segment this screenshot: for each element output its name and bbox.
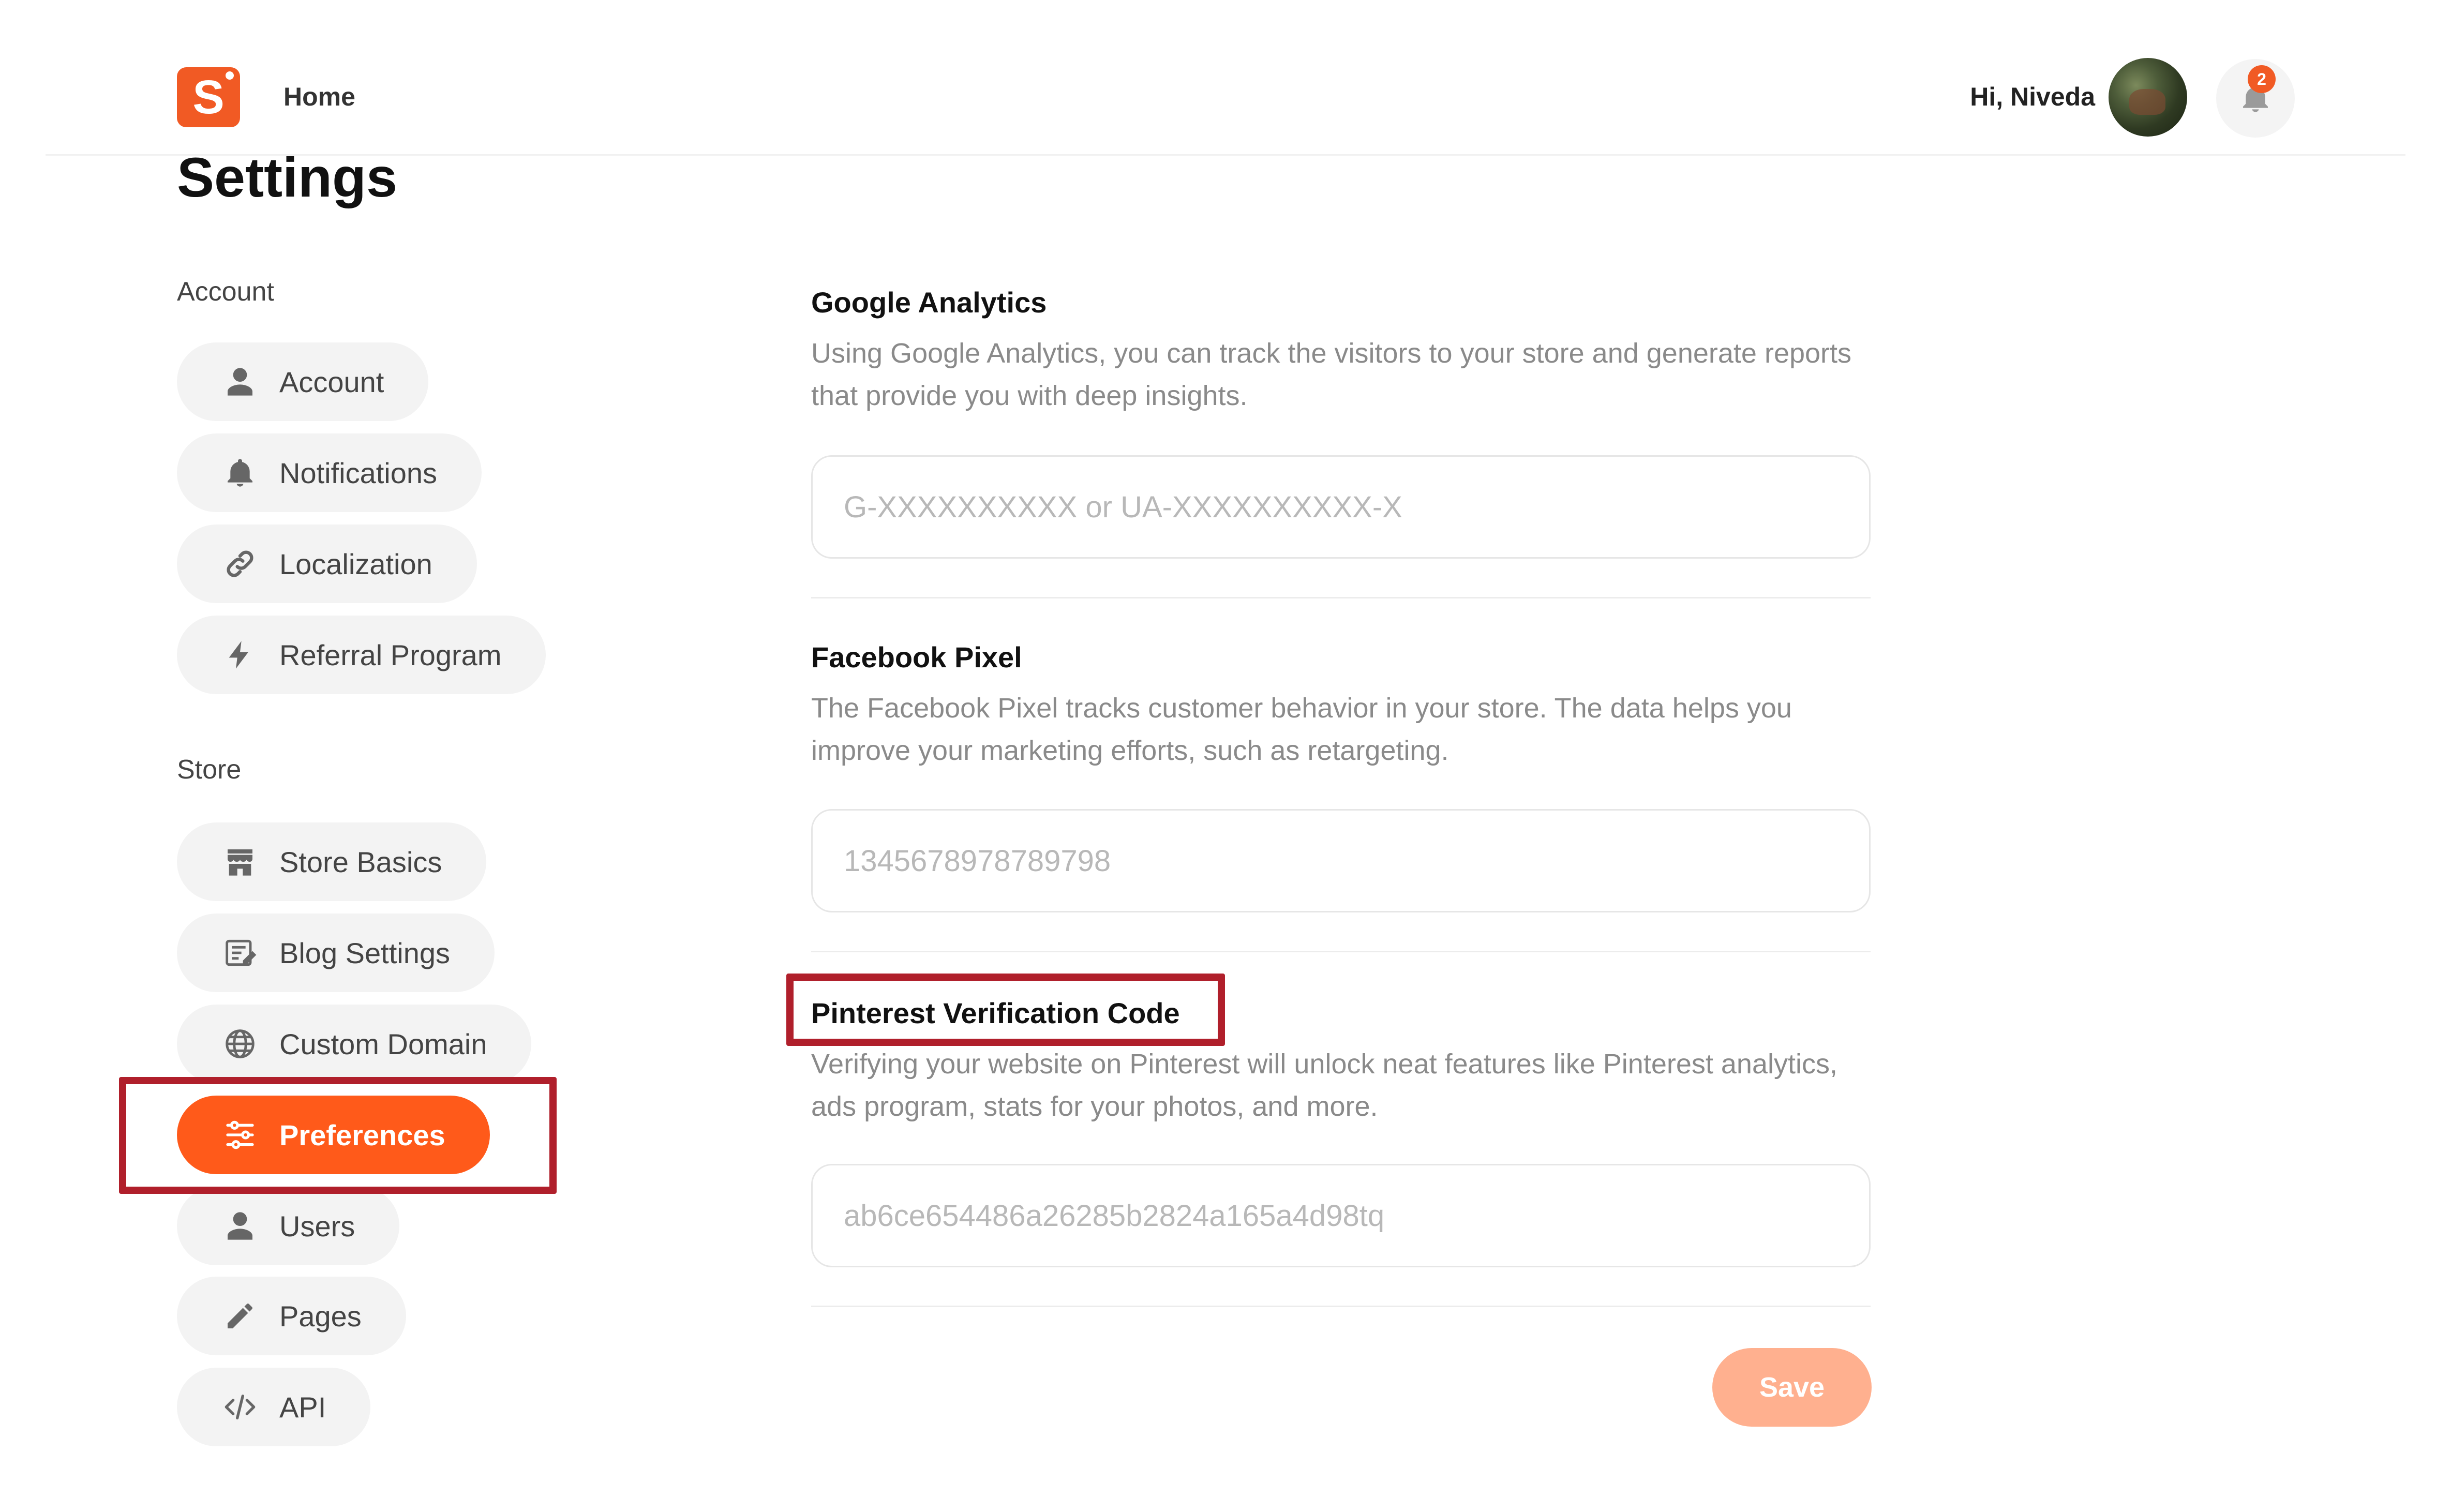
facebook-pixel-title: Facebook Pixel — [811, 641, 1022, 673]
section-label-store: Store — [177, 755, 242, 785]
home-link[interactable]: Home — [283, 82, 355, 112]
sidebar-item-label: Custom Domain — [279, 1027, 487, 1060]
sidebar-item-notifications[interactable]: Notifications — [177, 433, 482, 512]
sidebar-item-pages[interactable]: Pages — [177, 1277, 406, 1355]
highlight-box-pinterest — [786, 974, 1225, 1046]
sidebar-item-label: API — [279, 1390, 326, 1424]
google-analytics-title: Google Analytics — [811, 286, 1047, 319]
sidebar-item-account[interactable]: Account — [177, 342, 429, 421]
store-icon — [222, 844, 258, 879]
sidebar-item-label: Referral Program — [279, 638, 502, 671]
sidebar-item-blog-settings[interactable]: Blog Settings — [177, 914, 495, 992]
sidebar-item-label: Account — [279, 365, 384, 398]
globe-icon — [222, 1026, 258, 1061]
divider — [811, 1306, 1871, 1307]
sidebar-item-referral-program[interactable]: Referral Program — [177, 616, 546, 694]
avatar[interactable] — [2109, 58, 2187, 137]
page-title: Settings — [177, 146, 398, 208]
blog-icon — [222, 935, 258, 970]
user-icon — [222, 364, 258, 399]
header-divider — [46, 154, 2405, 156]
pinterest-verification-description: Verifying your website on Pinterest will… — [811, 1049, 1837, 1122]
sidebar-item-users[interactable]: Users — [177, 1187, 400, 1265]
lightning-icon — [222, 637, 258, 672]
app-logo[interactable]: S — [177, 67, 240, 127]
sidebar-item-store-basics[interactable]: Store Basics — [177, 822, 487, 901]
link-icon — [222, 546, 258, 581]
facebook-pixel-description: The Facebook Pixel tracks customer behav… — [811, 693, 1792, 766]
save-button[interactable]: Save — [1712, 1348, 1872, 1427]
sidebar-item-label: Users — [279, 1209, 355, 1242]
user-greeting: Hi, Niveda — [1970, 82, 2095, 111]
sidebar-item-label: Pages — [279, 1299, 362, 1333]
sidebar-item-api[interactable]: API — [177, 1368, 371, 1446]
pinterest-verification-input[interactable] — [811, 1164, 1871, 1267]
code-icon — [222, 1389, 258, 1425]
divider — [811, 597, 1871, 598]
facebook-pixel-input[interactable] — [811, 809, 1871, 912]
pencil-icon — [222, 1298, 258, 1334]
bell-icon — [222, 455, 258, 490]
sidebar-item-label: Localization — [279, 547, 432, 580]
sidebar-item-label: Notifications — [279, 456, 438, 489]
divider — [811, 951, 1871, 952]
google-analytics-description: Using Google Analytics, you can track th… — [811, 338, 1852, 411]
logo-dot — [226, 71, 234, 80]
notification-badge: 2 — [2248, 65, 2276, 93]
user-icon — [222, 1208, 258, 1244]
highlight-box-preferences — [119, 1077, 557, 1194]
google-analytics-input[interactable] — [811, 455, 1871, 559]
logo-letter: S — [192, 70, 225, 124]
sidebar-item-label: Store Basics — [279, 845, 442, 878]
section-label-account: Account — [177, 277, 274, 307]
sidebar-item-custom-domain[interactable]: Custom Domain — [177, 1005, 532, 1083]
sidebar-item-localization[interactable]: Localization — [177, 525, 477, 603]
sidebar-item-label: Blog Settings — [279, 936, 450, 969]
